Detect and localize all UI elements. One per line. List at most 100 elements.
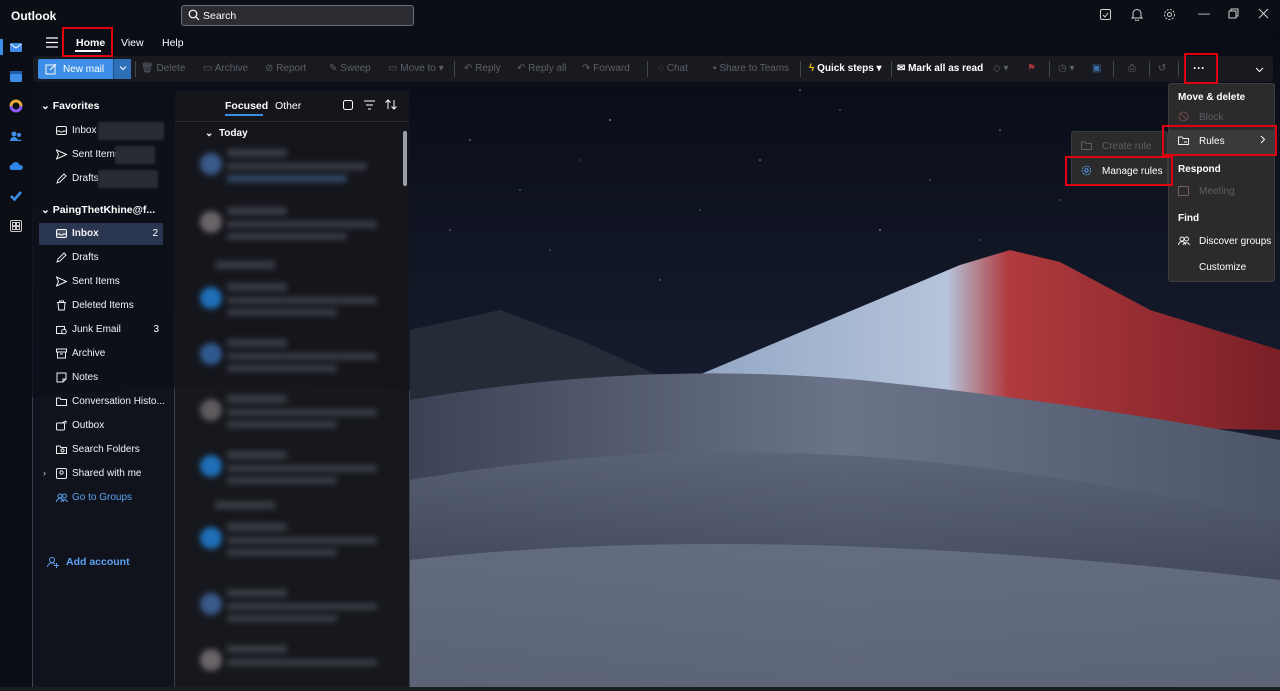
undo-icon[interactable]: ↺ xyxy=(1158,63,1166,74)
message-item[interactable] xyxy=(175,199,405,255)
close-icon[interactable] xyxy=(1258,8,1269,19)
folder-archive[interactable]: Archive xyxy=(33,343,174,365)
message-item[interactable] xyxy=(175,515,405,571)
create-rule-menu-item[interactable]: Create rule xyxy=(1072,135,1167,159)
chat-button[interactable]: ◌ Chat xyxy=(658,63,688,74)
folder-sent-items-label: Sent Items xyxy=(72,276,120,287)
folder-sent-items[interactable]: Sent Items xyxy=(33,271,174,293)
tab-help[interactable]: Help xyxy=(162,37,184,49)
onedrive-icon[interactable] xyxy=(9,159,23,173)
go-to-groups-link[interactable]: Go to Groups xyxy=(33,487,174,509)
favorite-inbox[interactable]: Inbox xyxy=(33,120,174,142)
tab-focused[interactable]: Focused xyxy=(225,100,268,112)
search-input[interactable]: Search xyxy=(181,5,414,26)
rules-label: Rules xyxy=(1199,136,1225,147)
folder-deleted-items[interactable]: Deleted Items xyxy=(33,295,174,317)
minimize-icon[interactable]: — xyxy=(1198,6,1210,20)
redacted-sender xyxy=(227,589,287,597)
report-button[interactable]: ⊘ Report xyxy=(265,63,306,74)
new-mail-dropdown[interactable] xyxy=(113,59,131,79)
tab-focused-underline xyxy=(225,114,263,116)
reply-all-button[interactable]: ↶ Reply all xyxy=(517,63,567,74)
message-item[interactable] xyxy=(175,443,405,499)
message-item[interactable] xyxy=(175,275,405,331)
forward-button[interactable]: ↷ Forward xyxy=(582,63,630,74)
redacted-preview xyxy=(227,309,337,316)
select-icon[interactable] xyxy=(343,100,353,110)
mail-icon[interactable] xyxy=(9,40,23,54)
rules-menu-item[interactable]: Rules xyxy=(1169,130,1274,154)
folder-inbox-count: 2 xyxy=(152,228,158,239)
archive-label: Archive xyxy=(214,63,249,74)
trash-icon xyxy=(56,300,67,311)
quick-steps-button[interactable]: ϟ Quick steps ▾ xyxy=(809,63,882,74)
block-menu-item[interactable]: Block xyxy=(1169,106,1274,130)
folder-conversation-history[interactable]: Conversation Histo... xyxy=(33,391,174,413)
ribbon-expand-icon[interactable] xyxy=(1255,65,1264,74)
block-icon xyxy=(1178,111,1189,122)
folder-inbox[interactable]: Inbox 2 xyxy=(39,223,163,245)
restore-icon[interactable] xyxy=(1228,8,1239,19)
sweep-label: Sweep xyxy=(340,63,371,74)
group-today-header[interactable]: ⌄ Today xyxy=(205,128,248,139)
people-icon[interactable] xyxy=(9,129,23,143)
discover-groups-menu-item[interactable]: Discover groups xyxy=(1169,230,1274,254)
note-icon xyxy=(56,372,67,383)
my-day-icon[interactable] xyxy=(1099,8,1112,21)
folder-shared-with-me[interactable]: › Shared with me xyxy=(33,463,174,485)
divider xyxy=(800,61,801,77)
chevron-right-icon xyxy=(1259,135,1266,144)
copilot-icon[interactable] xyxy=(9,99,23,113)
folder-search-folders[interactable]: Search Folders xyxy=(33,439,174,461)
folder-outbox[interactable]: Outbox xyxy=(33,415,174,437)
hamburger-menu-icon[interactable] xyxy=(46,37,58,48)
customize-label: Customize xyxy=(1199,262,1247,273)
message-item[interactable] xyxy=(175,637,405,691)
sweep-button[interactable]: ✎ Sweep xyxy=(329,63,371,74)
shared-icon xyxy=(56,468,67,479)
new-mail-label: New mail xyxy=(63,64,105,75)
message-item[interactable] xyxy=(175,141,405,197)
delete-button[interactable]: 🗑 Delete xyxy=(141,63,185,74)
calendar-icon[interactable] xyxy=(9,69,23,83)
sort-icon[interactable] xyxy=(385,99,397,110)
bell-icon[interactable] xyxy=(1131,8,1143,21)
more-options-button[interactable]: ··· xyxy=(1193,61,1205,75)
mark-all-read-button[interactable]: ✉ Mark all as read xyxy=(897,63,983,74)
message-item[interactable] xyxy=(175,387,405,443)
message-item[interactable] xyxy=(175,331,405,387)
tab-home[interactable]: Home xyxy=(76,37,105,49)
favorite-sent-items[interactable]: Sent Items xyxy=(33,144,174,166)
filter-icon[interactable] xyxy=(364,100,375,110)
lightning-icon: ϟ xyxy=(809,63,815,74)
tab-other[interactable]: Other xyxy=(275,100,301,112)
meeting-menu-item[interactable]: Meeting xyxy=(1169,180,1274,204)
folder-junk-email[interactable]: Junk Email 3 xyxy=(33,319,174,341)
reply-button[interactable]: ↶ Reply xyxy=(464,63,501,74)
customize-menu-item[interactable]: Customize xyxy=(1169,256,1274,280)
folder-notes[interactable]: Notes xyxy=(33,367,174,389)
move-delete-header: Move & delete xyxy=(1178,92,1246,103)
account-header[interactable]: ⌄ PaingThetKhine@f... xyxy=(41,204,155,216)
tag-icon[interactable]: ◇ ▾ xyxy=(993,63,1009,74)
folder-search-folders-label: Search Folders xyxy=(72,444,140,455)
pin-icon[interactable]: ▣ xyxy=(1092,63,1101,74)
apps-icon[interactable] xyxy=(9,219,23,233)
gear-icon[interactable] xyxy=(1163,8,1176,21)
move-to-button[interactable]: ▭ Move to ▾ xyxy=(388,63,444,74)
folder-drafts-label: Drafts xyxy=(72,252,99,263)
favorites-header[interactable]: ⌄ Favorites xyxy=(41,100,99,112)
tab-view[interactable]: View xyxy=(121,37,144,49)
todo-icon[interactable] xyxy=(9,189,23,203)
favorite-drafts[interactable]: Drafts xyxy=(33,168,174,190)
avatar xyxy=(200,343,222,365)
share-to-teams-button[interactable]: ▪ Share to Teams xyxy=(713,63,789,74)
flag-icon[interactable]: ⚑ xyxy=(1027,63,1036,74)
print-icon[interactable]: ⎙ xyxy=(1128,63,1136,74)
archive-button[interactable]: ▭ Archive xyxy=(203,63,248,74)
snooze-icon[interactable]: ◷ ▾ xyxy=(1058,63,1075,74)
message-item[interactable] xyxy=(175,581,405,637)
folder-drafts[interactable]: Drafts xyxy=(33,247,174,269)
manage-rules-menu-item[interactable]: Manage rules xyxy=(1072,160,1167,184)
add-account-label: Add account xyxy=(66,556,130,568)
